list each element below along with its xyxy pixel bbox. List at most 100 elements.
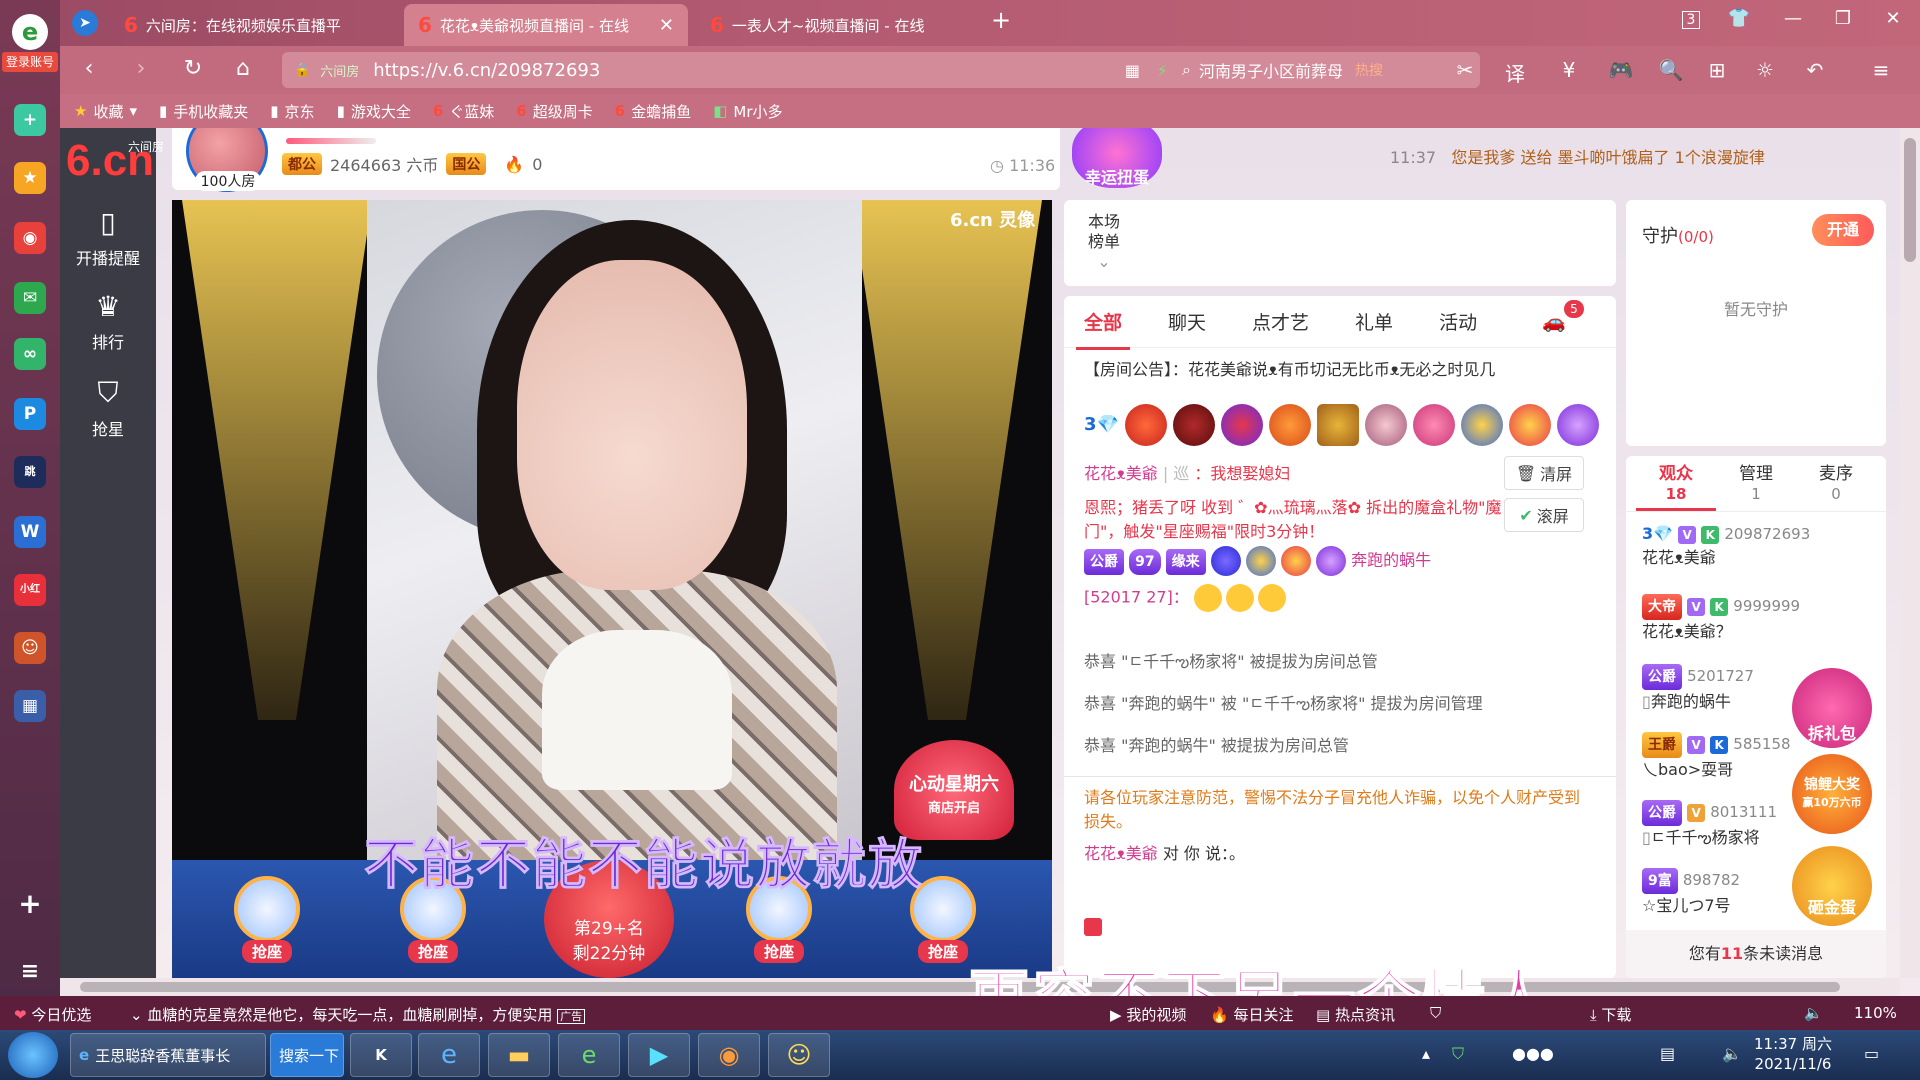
scrollbar-thumb[interactable] <box>1904 138 1916 262</box>
refresh-icon[interactable]: ↻ <box>178 56 208 81</box>
chain-icon[interactable]: ∞ <box>14 338 46 370</box>
notification-icon[interactable]: ▭ <box>1864 1044 1879 1063</box>
taskbar-news-item[interactable]: e 王思聪辞香蕉董事长 <box>70 1033 266 1077</box>
bookmark-games[interactable]: ▮ 游戏大全 <box>337 101 411 122</box>
clear-screen-button[interactable]: 🗑 清屏 <box>1504 456 1584 490</box>
menu-icon[interactable]: ≡ <box>14 956 46 988</box>
bookmark-mobile[interactable]: ▮ 手机收藏夹 <box>159 101 248 122</box>
new-tab-button[interactable]: + <box>984 6 1018 34</box>
forward-icon[interactable]: › <box>126 56 156 81</box>
menu-icon[interactable]: ≡ <box>1866 58 1896 82</box>
tray-volume-icon[interactable]: 🔈 <box>1722 1044 1742 1063</box>
magnifier-icon[interactable]: 🔍 <box>1656 58 1686 82</box>
game3-icon[interactable]: ▦ <box>14 690 46 722</box>
add-sidebar-icon[interactable]: + <box>14 888 46 920</box>
tab-1[interactable]: 6 花花ᴥ美爺视频直播间 - 在线 ✕ <box>404 4 688 46</box>
taskbar-player-icon[interactable]: ▶ <box>628 1033 690 1077</box>
auto-scroll-button[interactable]: ✔ 滚屏 <box>1504 498 1584 532</box>
add-app-icon[interactable]: + <box>14 104 46 136</box>
scissors-icon[interactable]: ✂ <box>1450 58 1480 82</box>
smash-egg-button[interactable]: 砸金蛋 <box>1792 846 1872 926</box>
speaker-icon[interactable]: 🔈 <box>1804 1004 1823 1022</box>
bookmark-lanmei[interactable]: 6 ぐ蓝妹 <box>433 101 494 122</box>
apps-grid-icon[interactable]: ⊞ <box>1702 58 1732 82</box>
close-tab-icon[interactable]: ✕ <box>659 15 674 36</box>
tab-admin[interactable]: 管理 1 <box>1716 464 1796 511</box>
close-window-button[interactable]: ✕ <box>1876 8 1910 29</box>
unread-messages-bar[interactable]: 您有11条未读消息 <box>1626 930 1886 978</box>
taskbar-explorer-icon[interactable]: ▬ <box>488 1033 550 1077</box>
bookmark-favorites[interactable]: ★ 收藏 ▾ <box>74 101 137 122</box>
tab-gifts[interactable]: 礼单 <box>1355 308 1393 335</box>
tab-all[interactable]: 全部 <box>1075 308 1131 350</box>
bookmark-mrxiaoduo[interactable]: ◧ Mr小多 <box>713 101 782 122</box>
tray-qq-icon[interactable]: ●●● <box>1512 1044 1554 1063</box>
p-app-icon[interactable]: P <box>14 398 46 430</box>
skin-icon[interactable]: 👕 <box>1722 8 1756 29</box>
open-guard-button[interactable]: 开通 <box>1812 214 1874 246</box>
mail-icon[interactable]: ✉ <box>14 282 46 314</box>
nav-ranking[interactable]: ♛ 排行 <box>60 290 156 353</box>
xiaohongshu-icon[interactable]: 小红 <box>14 574 46 606</box>
translate-icon[interactable]: 译 <box>1500 58 1530 87</box>
download-link[interactable]: ⤓ 下载 <box>1590 1004 1631 1025</box>
site-logo[interactable]: 6.cn 六间房 <box>66 136 164 186</box>
tray-network-icon[interactable]: ▤ <box>1660 1044 1675 1063</box>
gift-bag-button[interactable]: 拆礼包 <box>1792 668 1872 748</box>
anchor-avatar[interactable]: 100人房 <box>186 128 268 192</box>
taskbar-browser-icon[interactable]: e <box>558 1033 620 1077</box>
list-item[interactable]: 3💎 V K 209872693 花花ᴥ美爺 <box>1642 522 1872 570</box>
live-video[interactable]: 6.cn 灵像 心动星期六 商店开启 抢座 抢座 第29+名 剩22分钟 抢座 抢座… <box>172 200 1052 978</box>
ranking-toggle[interactable]: 本场 榜单 ⌄ <box>1088 212 1120 272</box>
qr-icon[interactable]: ▦ <box>1125 61 1140 80</box>
back-icon[interactable]: ‹ <box>74 56 104 81</box>
car-icon[interactable]: 🚗 <box>1542 310 1566 333</box>
shield-icon[interactable]: ⛉ <box>1430 1004 1441 1022</box>
taskbar-ie-icon[interactable]: e <box>418 1033 480 1077</box>
coin-icon[interactable]: ¥ <box>1554 58 1584 82</box>
bookmark-weekly[interactable]: 6 超级周卡 <box>516 101 592 122</box>
bolt-icon[interactable]: ⚡ <box>1157 61 1168 80</box>
login-button[interactable]: 登录账号 <box>2 52 58 72</box>
tab-audience[interactable]: 观众 18 <box>1636 464 1716 511</box>
undo-icon[interactable]: ↶ <box>1800 58 1830 82</box>
bookmark-fishing[interactable]: 6 金蟾捕鱼 <box>615 101 691 122</box>
hot-news-link[interactable]: ▤ 热点资讯 <box>1316 1004 1395 1025</box>
my-video-link[interactable]: ▶ 我的视频 <box>1110 1004 1186 1025</box>
game-app-icon[interactable]: 跳 <box>14 456 46 488</box>
tab-chat[interactable]: 聊天 <box>1168 308 1206 335</box>
tab-talent[interactable]: 点才艺 <box>1252 308 1309 335</box>
scrollbar-thumb[interactable] <box>80 982 1840 992</box>
taskbar-search-button[interactable]: 搜索一下 <box>270 1033 344 1077</box>
game2-icon[interactable]: ☺ <box>14 632 46 664</box>
tab-mic-queue[interactable]: 麦序 0 <box>1796 464 1876 511</box>
seat-slot[interactable]: 抢座 <box>212 876 322 972</box>
minimize-button[interactable]: — <box>1776 8 1810 29</box>
weibo-icon[interactable]: ◉ <box>14 222 46 254</box>
browser-logo-icon[interactable]: e <box>12 14 48 50</box>
start-button[interactable] <box>8 1032 58 1078</box>
nav-live-remind[interactable]: ▯ 开播提醒 <box>60 206 156 269</box>
restore-button[interactable]: ❐ <box>1826 8 1860 29</box>
zoom-level[interactable]: 110% <box>1854 1004 1897 1022</box>
tray-shield-icon[interactable]: ⛉ <box>1452 1044 1464 1064</box>
brightness-icon[interactable]: ☼ <box>1750 58 1780 82</box>
taskbar-clock[interactable]: 11:37 周六 2021/11/6 <box>1754 1034 1832 1074</box>
search-input[interactable]: ⌕ 河南男子小区前葬母 热搜 <box>1170 52 1480 88</box>
nav-grab-star[interactable]: ⛉ 抢星 <box>60 376 156 440</box>
bookmark-jd[interactable]: ▮ 京东 <box>270 101 314 122</box>
tab-activity[interactable]: 活动 <box>1439 308 1477 335</box>
gift-small-icon[interactable] <box>1084 918 1102 936</box>
url-field[interactable]: 🔒 六间房 https://v.6.cn/209872693 ▦ ⚡ ⌄ <box>282 52 1212 88</box>
koi-prize-button[interactable]: 锦鲤大奖 赢10万六币 <box>1792 754 1872 834</box>
today-pick[interactable]: ❤ 今日优选 <box>14 1004 91 1025</box>
daily-follow-link[interactable]: 🔥 每日关注 <box>1210 1004 1293 1025</box>
gamepad-icon[interactable]: 🎮 <box>1606 58 1636 82</box>
tab-send-icon[interactable]: ➤ <box>72 10 98 36</box>
lucky-egg-button[interactable]: 幸运扭蛋 <box>1072 128 1162 188</box>
list-item[interactable]: 大帝 V K 9999999 花花ᴥ美爺？ <box>1642 594 1872 644</box>
home-icon[interactable]: ⌂ <box>228 56 258 81</box>
taskbar-app-k-icon[interactable]: K <box>350 1033 412 1077</box>
tab-0[interactable]: 6 六间房：在线视频娱乐直播平 <box>110 4 400 46</box>
taskbar-game-icon[interactable]: ☺ <box>768 1033 830 1077</box>
